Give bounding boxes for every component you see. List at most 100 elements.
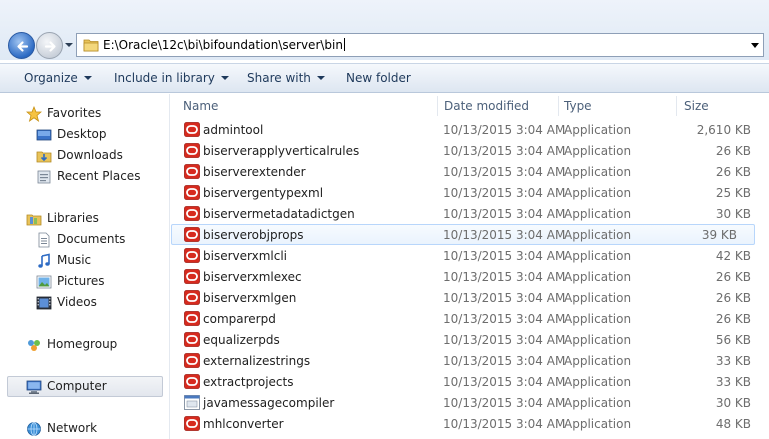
oracle-app-icon (184, 206, 200, 221)
file-size: 48 KB (715, 417, 751, 431)
new-folder-label: New folder (346, 71, 411, 85)
oracle-app-icon (184, 269, 200, 284)
nav-label: Downloads (57, 148, 123, 162)
file-name: extractprojects (203, 375, 294, 389)
column-header-date-modified[interactable]: Date modified (436, 94, 558, 119)
file-row[interactable]: javamessagecompiler 10/13/2015 3:04 AM App… (171, 392, 769, 413)
column-header-name[interactable]: Name (175, 94, 439, 119)
recent-places-icon (37, 170, 51, 184)
file-row[interactable]: mhlconverter 10/13/2015 3:04 AM Applicatio… (171, 413, 769, 434)
file-row[interactable]: biservermetadatadictgen 10/13/2015 3:04 A… (171, 203, 769, 224)
music-icon (38, 253, 50, 268)
file-name: biservermetadatadictgen (203, 207, 355, 221)
file-type: Application (564, 186, 632, 200)
arrow-right-icon (44, 41, 56, 52)
file-type: Application (564, 207, 632, 221)
share-with-button[interactable]: Share with (247, 71, 325, 85)
file-date-modified: 10/13/2015 3:04 AM (443, 165, 566, 179)
desktop-icon (36, 129, 52, 141)
file-name: javamessagecompiler (203, 396, 335, 410)
file-date-modified: 10/13/2015 3:04 AM (443, 207, 566, 221)
oracle-app-icon (184, 164, 200, 179)
file-date-modified: 10/13/2015 3:04 AM (443, 417, 566, 431)
nav-label: Videos (57, 295, 97, 309)
organize-button[interactable]: Organize (24, 71, 92, 85)
homegroup-icon (28, 340, 40, 351)
column-header-label: Date modified (444, 99, 530, 113)
file-type: Application (564, 123, 632, 137)
file-row[interactable]: biserverxmlcli 10/13/2015 3:04 AM Applicat… (171, 245, 769, 266)
nav-label: Homegroup (47, 337, 118, 351)
address-history-dropdown-icon[interactable] (751, 43, 759, 48)
file-date-modified: 10/13/2015 3:04 AM (443, 333, 566, 347)
file-type: Application (564, 291, 632, 305)
file-row[interactable]: externalizestrings 10/13/2015 3:04 AM Appl… (171, 350, 769, 371)
new-folder-button[interactable]: New folder (346, 71, 411, 85)
recent-pages-dropdown-icon[interactable] (64, 41, 74, 49)
file-type: Application (564, 396, 632, 410)
file-date-modified: 10/13/2015 3:04 AM (443, 249, 566, 263)
nav-label: Documents (57, 232, 126, 246)
file-date-modified: 10/13/2015 3:04 AM (443, 291, 566, 305)
column-header-label: Type (564, 99, 592, 113)
back-button[interactable] (8, 32, 35, 59)
file-row[interactable]: comparerpd 10/13/2015 3:04 AM Application 2… (171, 308, 769, 329)
file-row[interactable]: biserverxmlexec 10/13/2015 3:04 AM Applica… (171, 266, 769, 287)
file-row[interactable]: biservergentypexml 10/13/2015 3:04 AM Appl… (171, 182, 769, 203)
file-row[interactable]: biserverobjprops 10/13/2015 3:04 AM Applic… (171, 224, 755, 245)
file-size: 26 KB (715, 312, 751, 326)
file-date-modified: 10/13/2015 3:04 AM (443, 144, 566, 158)
file-row[interactable]: biserverxmlgen 10/13/2015 3:04 AM Applicat… (171, 287, 769, 308)
file-size: 30 KB (715, 396, 751, 410)
file-size: 56 KB (715, 333, 751, 347)
libraries-icon (26, 214, 42, 226)
organize-label: Organize (24, 71, 78, 85)
file-date-modified: 10/13/2015 3:04 AM (443, 375, 566, 389)
navigation-pane: Favorites Desktop Downloads Recent Place… (0, 94, 170, 439)
file-name: externalizestrings (203, 354, 311, 368)
nav-label: Pictures (57, 274, 105, 288)
file-name: comparerpd (203, 312, 276, 326)
file-row[interactable]: equalizerpds 10/13/2015 3:04 AM Applicatio… (171, 329, 769, 350)
file-name: biserverxmlgen (203, 291, 297, 305)
file-row[interactable]: admintool 10/13/2015 3:04 AM Application 2,… (171, 119, 769, 140)
file-name: biserverxmlcli (203, 249, 288, 263)
file-name: biserverapplyverticalrules (203, 144, 360, 158)
include-in-library-button[interactable]: Include in library (114, 71, 229, 85)
command-bar: Organize Include in library Share with N… (0, 63, 769, 93)
nav-label: Network (47, 421, 98, 435)
column-header-size[interactable]: Size (676, 94, 766, 119)
arrow-left-icon (17, 41, 29, 52)
oracle-app-icon (184, 374, 200, 389)
address-bar-row: E:\Oracle\12c\bi\bifoundation\server\bin (0, 0, 769, 60)
forward-button[interactable] (36, 32, 63, 59)
documents-icon (38, 232, 50, 248)
file-date-modified: 10/13/2015 3:04 AM (443, 186, 566, 200)
videos-icon (36, 296, 52, 310)
file-size: 26 KB (715, 270, 751, 284)
column-header-type[interactable]: Type (556, 94, 676, 119)
oracle-app-icon (184, 332, 200, 347)
oracle-app-icon (184, 227, 200, 242)
oracle-app-icon (184, 248, 200, 263)
pictures-icon (36, 275, 52, 289)
file-date-modified: 10/13/2015 3:04 AM (443, 123, 566, 137)
file-row[interactable]: extractprojects 10/13/2015 3:04 AM Applica… (171, 371, 769, 392)
file-size: 30 KB (715, 207, 751, 221)
address-path-text[interactable]: E:\Oracle\12c\bi\bifoundation\server\bin (103, 38, 345, 52)
oracle-app-icon (184, 122, 200, 137)
nav-label: Music (57, 253, 92, 267)
file-name: biserverobjprops (203, 228, 304, 242)
file-size: 33 KB (715, 354, 751, 368)
nav-label: Libraries (47, 211, 99, 225)
file-row[interactable]: biserverextender 10/13/2015 3:04 AM Applic… (171, 161, 769, 182)
oracle-app-icon (184, 311, 200, 326)
oracle-app-icon (184, 416, 200, 431)
address-field[interactable]: E:\Oracle\12c\bi\bifoundation\server\bin (76, 33, 764, 57)
file-row[interactable]: biserverapplyverticalrules 10/13/2015 3:0… (171, 140, 769, 161)
oracle-app-icon (184, 143, 200, 158)
file-name: biserverxmlexec (203, 270, 302, 284)
file-date-modified: 10/13/2015 3:04 AM (443, 396, 566, 410)
file-name: biservergentypexml (203, 186, 324, 200)
file-type: Application (564, 165, 632, 179)
